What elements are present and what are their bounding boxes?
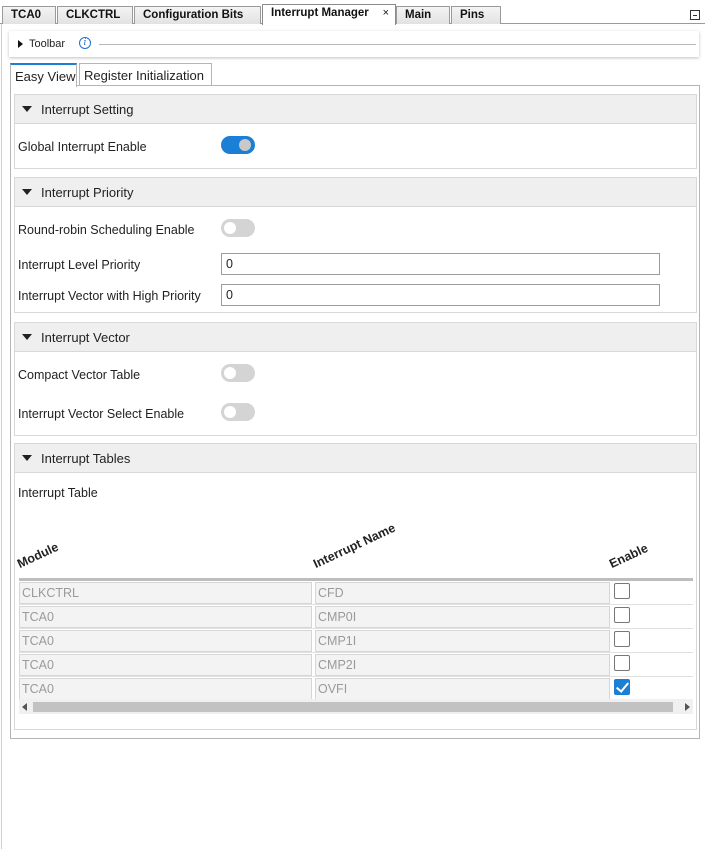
enable-checkbox[interactable] xyxy=(614,583,630,599)
editor-tab-clkctrl[interactable]: CLKCTRL xyxy=(57,6,133,24)
interrupt-name-cell: CMP1I xyxy=(315,630,610,652)
enable-checkbox[interactable] xyxy=(614,679,630,695)
global-interrupt-enable-toggle[interactable] xyxy=(221,136,255,154)
editor-tab-interrupt-manager[interactable]: Interrupt Manager × xyxy=(262,4,396,25)
toggle-knob xyxy=(224,367,236,379)
section-interrupt-setting: Interrupt Setting Global Interrupt Enabl… xyxy=(14,94,697,169)
interrupt-name-cell: OVFI xyxy=(315,678,610,700)
editor-tab-label: TCA0 xyxy=(11,9,42,21)
column-header-enable[interactable]: Enable xyxy=(607,541,650,571)
section-interrupt-vector: Interrupt Vector Compact Vector Table In… xyxy=(14,322,697,436)
section-title: Interrupt Vector xyxy=(41,330,130,345)
table-row: TCA0 OVFI xyxy=(19,677,693,701)
interrupt-level-priority-label: Interrupt Level Priority xyxy=(18,258,141,272)
table-row: CLKCTRL CFD xyxy=(19,581,693,605)
section-title: Interrupt Setting xyxy=(41,102,134,117)
section-title: Interrupt Tables xyxy=(41,451,131,466)
table-row: TCA0 CMP0I xyxy=(19,605,693,629)
section-header[interactable]: Interrupt Priority xyxy=(15,178,696,207)
interrupt-table-label: Interrupt Table xyxy=(18,486,98,500)
column-header-interrupt-name[interactable]: Interrupt Name xyxy=(311,521,397,571)
editor-tab-main[interactable]: Main xyxy=(396,6,450,24)
interrupt-vector-select-toggle[interactable] xyxy=(221,403,255,421)
editor-tab-label: Interrupt Manager xyxy=(271,7,369,19)
collapse-caret-icon[interactable] xyxy=(22,455,32,461)
toolbar-divider xyxy=(99,44,696,45)
scrollbar-thumb[interactable] xyxy=(33,702,673,712)
collapse-caret-icon[interactable] xyxy=(22,189,32,195)
interrupt-name-cell: CMP2I xyxy=(315,654,610,676)
section-header[interactable]: Interrupt Tables xyxy=(15,444,696,473)
module-cell: TCA0 xyxy=(19,678,312,700)
global-interrupt-enable-label: Global Interrupt Enable xyxy=(18,140,147,154)
expand-triangle-icon[interactable] xyxy=(18,40,23,48)
editor-tab-label: Configuration Bits xyxy=(143,9,244,21)
interrupt-vector-high-priority-input[interactable] xyxy=(221,284,660,306)
round-robin-toggle[interactable] xyxy=(221,219,255,237)
tab-label: Register Initialization xyxy=(84,68,204,83)
tab-easy-view[interactable]: Easy View xyxy=(10,63,77,87)
compact-vector-table-label: Compact Vector Table xyxy=(18,368,141,382)
minimize-icon[interactable] xyxy=(690,10,700,20)
close-icon[interactable]: × xyxy=(383,7,389,19)
enable-checkbox[interactable] xyxy=(614,631,630,647)
editor-tab-tca0[interactable]: TCA0 xyxy=(2,6,56,24)
enable-checkbox[interactable] xyxy=(614,655,630,671)
collapse-caret-icon[interactable] xyxy=(22,334,32,340)
tab-register-initialization[interactable]: Register Initialization xyxy=(79,63,212,86)
column-header-module[interactable]: Module xyxy=(15,540,61,571)
collapse-caret-icon[interactable] xyxy=(22,106,32,112)
editor-tab-label: Pins xyxy=(460,9,485,21)
module-cell: TCA0 xyxy=(19,630,312,652)
section-interrupt-priority: Interrupt Priority Round-robin Schedulin… xyxy=(14,177,697,313)
toggle-knob xyxy=(224,222,236,234)
toggle-knob xyxy=(224,406,236,418)
toggle-knob xyxy=(239,139,251,151)
interrupt-vector-high-priority-label: Interrupt Vector with High Priority xyxy=(18,289,201,303)
info-icon[interactable]: i xyxy=(79,37,91,49)
table-row: TCA0 CMP2I xyxy=(19,653,693,677)
module-cell: CLKCTRL xyxy=(19,582,312,604)
module-cell: TCA0 xyxy=(19,606,312,628)
section-header[interactable]: Interrupt Vector xyxy=(15,323,696,352)
round-robin-label: Round-robin Scheduling Enable xyxy=(18,223,195,237)
editor-tab-label: Main xyxy=(405,9,432,21)
compact-vector-table-toggle[interactable] xyxy=(221,364,255,382)
interrupt-name-cell: CFD xyxy=(315,582,610,604)
editor-tab-strip: TCA0 CLKCTRL Configuration Bits Interrup… xyxy=(0,4,705,25)
horizontal-scrollbar[interactable] xyxy=(19,699,693,714)
toolbar[interactable]: Toolbar i xyxy=(9,31,699,57)
module-cell: TCA0 xyxy=(19,654,312,676)
section-title: Interrupt Priority xyxy=(41,185,134,200)
scroll-right-icon[interactable] xyxy=(685,703,690,711)
interrupt-level-priority-input[interactable] xyxy=(221,253,660,275)
section-interrupt-tables: Interrupt Tables Interrupt Table Module … xyxy=(14,443,697,730)
table-row: TCA0 CMP1I xyxy=(19,629,693,653)
scroll-left-icon[interactable] xyxy=(22,703,27,711)
tab-label: Easy View xyxy=(15,69,76,84)
interrupt-vector-select-label: Interrupt Vector Select Enable xyxy=(18,407,185,421)
toolbar-label: Toolbar xyxy=(29,38,66,50)
editor-tab-label: CLKCTRL xyxy=(66,9,121,21)
enable-checkbox[interactable] xyxy=(614,607,630,623)
editor-tab-configuration-bits[interactable]: Configuration Bits xyxy=(134,6,261,24)
frame-border xyxy=(1,24,2,849)
editor-tab-pins[interactable]: Pins xyxy=(451,6,501,24)
section-header[interactable]: Interrupt Setting xyxy=(15,95,696,124)
interrupt-name-cell: CMP0I xyxy=(315,606,610,628)
